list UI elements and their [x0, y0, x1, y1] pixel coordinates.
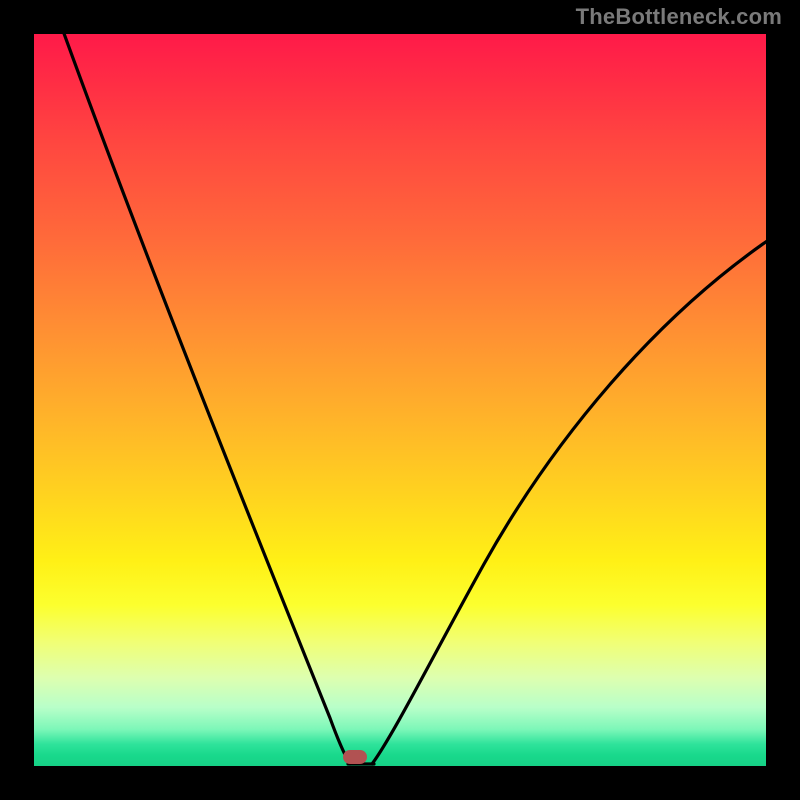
plot-area	[34, 34, 766, 766]
curve-right-segment	[372, 239, 766, 764]
chart-frame: TheBottleneck.com	[0, 0, 800, 800]
optimal-marker	[343, 750, 367, 764]
curve-left-segment	[62, 34, 350, 764]
watermark-text: TheBottleneck.com	[576, 4, 782, 30]
bottleneck-curve	[34, 34, 766, 766]
